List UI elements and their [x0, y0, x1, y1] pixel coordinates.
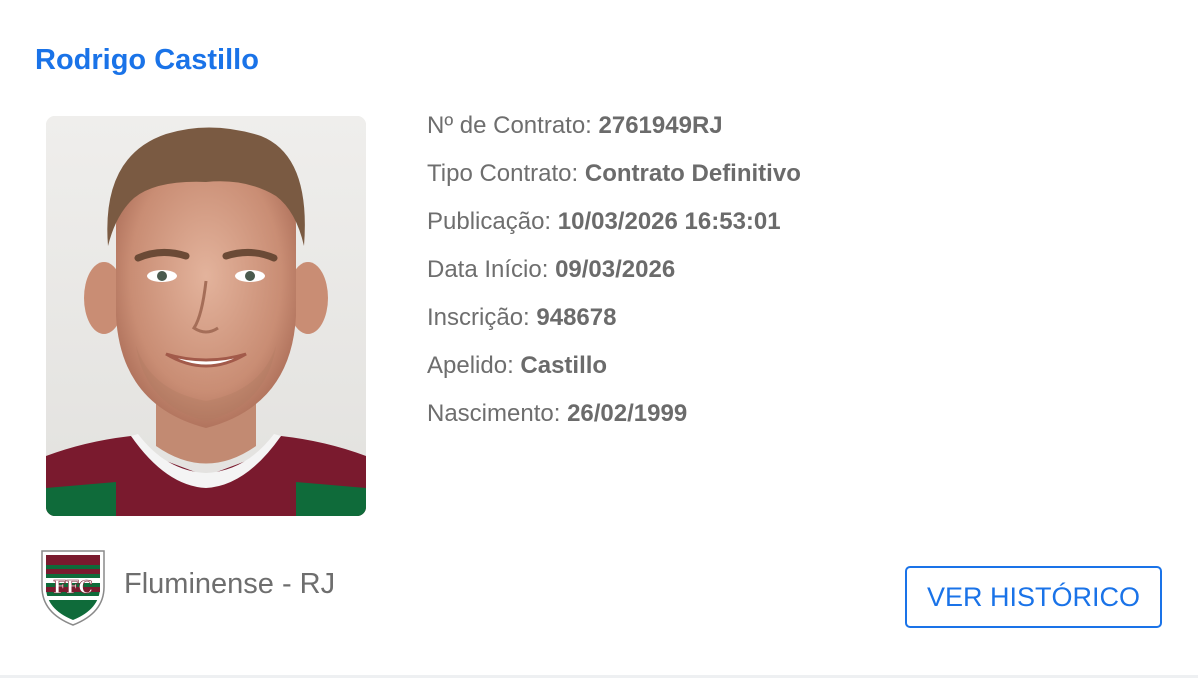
detail-label: Nascimento: — [427, 400, 568, 427]
player-card: Rodrigo Castillo Nº de Contrato: 2761949… — [0, 0, 1198, 678]
detail-value: 948678 — [536, 304, 617, 331]
detail-label: Inscrição: — [427, 304, 537, 331]
club-name: Fluminense - RJ — [124, 567, 336, 600]
detail-value: Contrato Definitivo — [584, 160, 801, 187]
detail-start-date: Data Início: 09/03/2026 — [427, 246, 801, 294]
detail-contract-type: Tipo Contrato: Contrato Definitivo — [427, 150, 801, 198]
detail-value: 2761949RJ — [598, 112, 723, 139]
crest-letters: FFC — [53, 577, 93, 598]
player-photo — [46, 116, 366, 516]
detail-contract-number: Nº de Contrato: 2761949RJ — [427, 102, 801, 150]
detail-label: Data Início: — [427, 256, 556, 283]
detail-value: 09/03/2026 — [555, 256, 676, 283]
detail-value: Castillo — [520, 352, 608, 379]
detail-registration: Inscrição: 948678 — [427, 294, 801, 342]
detail-label: Tipo Contrato: — [427, 160, 585, 187]
fluminense-crest-icon: FFC — [41, 550, 105, 626]
detail-value: 26/02/1999 — [567, 400, 688, 427]
detail-label: Publicação: — [427, 208, 558, 235]
player-name[interactable]: Rodrigo Castillo — [35, 40, 259, 80]
detail-label: Nº de Contrato: — [427, 112, 599, 139]
detail-birth-date: Nascimento: 26/02/1999 — [427, 390, 801, 438]
detail-publication: Publicação: 10/03/2026 16:53:01 — [427, 198, 801, 246]
detail-label: Apelido: — [427, 352, 521, 379]
view-history-button[interactable]: VER HISTÓRICO — [905, 566, 1162, 628]
contract-details: Nº de Contrato: 2761949RJ Tipo Contrato:… — [427, 102, 801, 438]
detail-value: 10/03/2026 16:53:01 — [557, 208, 781, 235]
detail-nickname: Apelido: Castillo — [427, 342, 801, 390]
club-info: FFC Fluminense - RJ — [38, 547, 335, 627]
